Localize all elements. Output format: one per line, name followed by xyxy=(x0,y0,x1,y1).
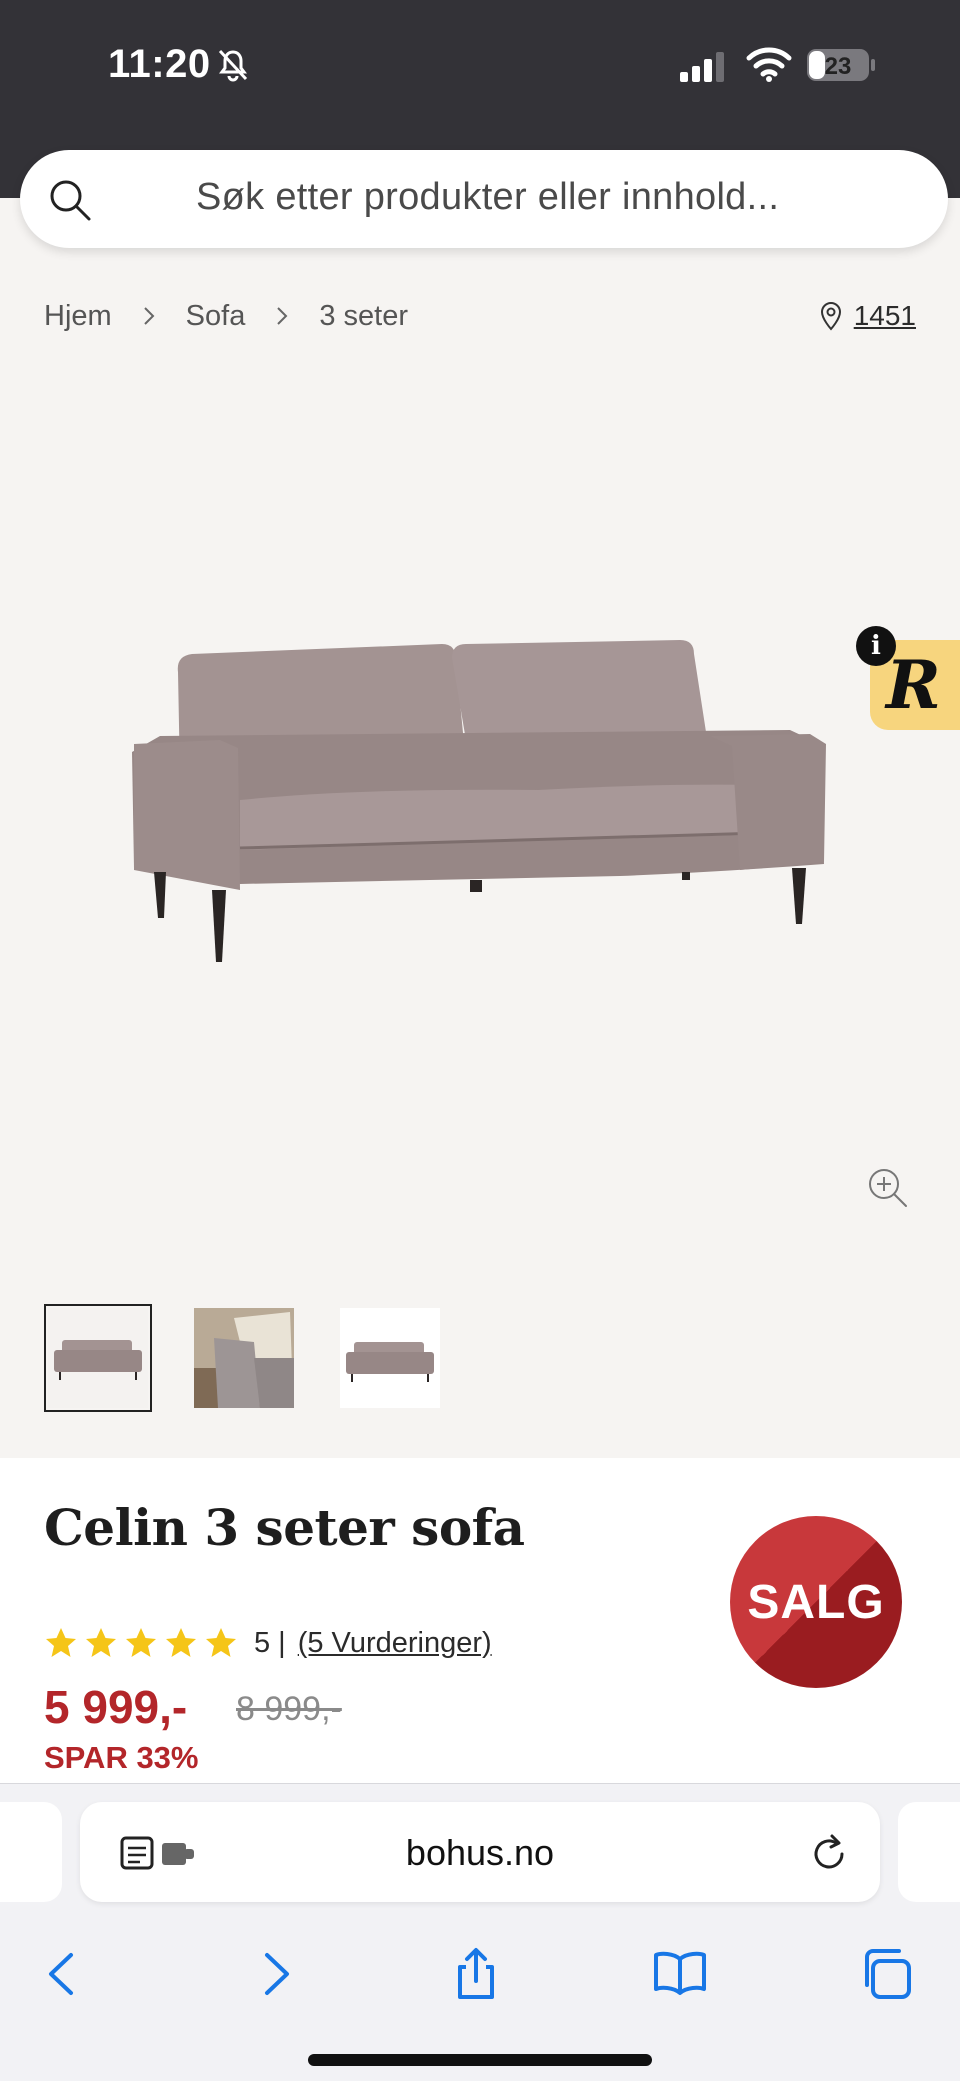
share-button[interactable] xyxy=(446,1944,506,2004)
breadcrumb-current: 3 seter xyxy=(319,299,409,332)
thumbnail-sofa-white-image xyxy=(340,1308,440,1408)
breadcrumb: Hjem Sofa 3 seter xyxy=(44,296,408,336)
chevron-left-icon xyxy=(49,1953,73,1995)
browser-toolbar: bohus.no xyxy=(0,1783,960,2081)
status-time: 11:20 xyxy=(108,42,211,86)
back-button[interactable] xyxy=(34,1944,94,2004)
thumbnail-1[interactable] xyxy=(44,1304,152,1412)
store-location-code[interactable]: 1451 xyxy=(854,300,916,332)
book-icon xyxy=(654,1951,706,1995)
product-image[interactable] xyxy=(120,640,840,1000)
thumbnail-3[interactable] xyxy=(336,1304,444,1412)
original-price: 8 999,- xyxy=(236,1690,342,1728)
chevron-right-icon xyxy=(265,1953,289,1995)
chevron-right-icon xyxy=(277,307,288,325)
rating-row: 5 | (5 Vurderinger) xyxy=(44,1626,492,1660)
star-icon xyxy=(166,1628,196,1657)
browser-nav-row xyxy=(0,1934,960,2014)
search-icon[interactable] xyxy=(48,178,92,222)
search-bar[interactable]: Søk etter produkter eller innhold... xyxy=(20,150,948,248)
sale-badge: SALG xyxy=(730,1516,902,1688)
rating-value: 5 | xyxy=(254,1626,286,1659)
star-icon xyxy=(86,1628,116,1657)
share-icon xyxy=(458,1948,494,1999)
thumbnail-strip xyxy=(44,1304,444,1412)
tabs-button[interactable] xyxy=(856,1944,916,2004)
battery-icon: 23 xyxy=(807,49,875,81)
product-title: Celin 3 seter sofa xyxy=(44,1498,525,1557)
bell-slash-icon xyxy=(218,49,248,82)
thumbnail-2[interactable] xyxy=(190,1304,298,1412)
address-url[interactable]: bohus.no xyxy=(80,1832,880,1874)
star-icon xyxy=(126,1628,156,1657)
star-icon xyxy=(46,1628,76,1657)
tabs-icon xyxy=(865,1949,911,1999)
thumbnail-sofa-image xyxy=(48,1308,148,1408)
forward-button[interactable] xyxy=(244,1944,304,2004)
product-info-panel: Celin 3 seter sofa 5 | (5 Vurderinger) 5… xyxy=(0,1458,960,1783)
wifi-icon xyxy=(746,47,792,82)
reviews-link[interactable]: (5 Vurderinger) xyxy=(298,1627,492,1660)
location-pin-icon xyxy=(820,301,841,331)
breadcrumb-home[interactable]: Hjem xyxy=(44,300,112,333)
zoom-in-icon[interactable] xyxy=(866,1166,910,1210)
store-location[interactable]: 1451 xyxy=(818,296,916,336)
star-rating xyxy=(44,1626,238,1660)
next-tab-preview[interactable] xyxy=(898,1802,960,1902)
reload-icon[interactable] xyxy=(810,1832,850,1874)
breadcrumb-sofa[interactable]: Sofa xyxy=(186,300,246,333)
sale-badge-label: SALG xyxy=(747,1575,885,1629)
home-indicator[interactable] xyxy=(308,2054,652,2066)
address-bar[interactable]: bohus.no xyxy=(80,1802,880,1902)
savings-label: SPAR 33% xyxy=(44,1740,199,1775)
thumbnail-detail-image xyxy=(194,1308,294,1408)
battery-level: 23 xyxy=(825,53,852,80)
previous-tab-preview[interactable] xyxy=(0,1802,62,1902)
search-input[interactable]: Søk etter produkter eller innhold... xyxy=(196,176,779,219)
signal-icon xyxy=(680,52,724,82)
bookmarks-button[interactable] xyxy=(650,1944,710,2004)
info-icon[interactable]: i xyxy=(856,626,896,666)
chevron-right-icon xyxy=(143,307,155,325)
current-price: 5 999,- xyxy=(44,1681,188,1733)
star-icon xyxy=(206,1628,236,1657)
widget-logo: R xyxy=(886,646,941,724)
